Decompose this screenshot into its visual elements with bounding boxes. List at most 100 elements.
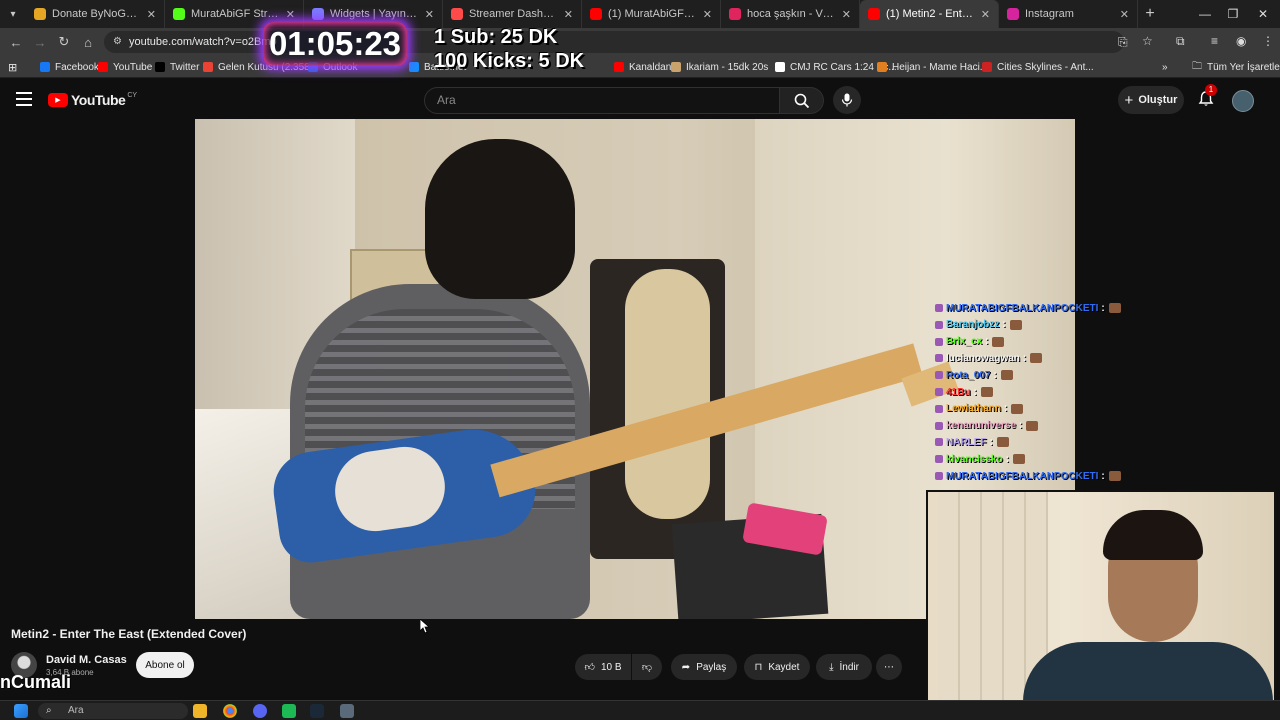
steam-icon[interactable]: [310, 704, 324, 718]
browser-tab[interactable]: (1) MuratAbiGF - Cities Skylines ✕: [582, 0, 721, 28]
tab-label: (1) Metin2 - Enter The East: [886, 8, 975, 20]
chat-message: Lewiathann:: [935, 401, 1024, 417]
forward-icon[interactable]: →: [28, 30, 52, 54]
bookmark-favicon-icon: [40, 62, 50, 72]
search-input[interactable]: Ara: [424, 87, 780, 114]
chat-emote-icon: [1108, 471, 1121, 481]
chat-separator: :: [1002, 319, 1006, 331]
taskbar-search-input[interactable]: ⌕ Ara: [38, 703, 188, 719]
browser-tab[interactable]: Streamer Dashboard ✕: [443, 0, 582, 28]
app-icon[interactable]: [282, 704, 296, 718]
minimize-icon[interactable]: —: [1190, 0, 1220, 28]
video-title: Metin2 - Enter The East (Extended Cover): [11, 627, 247, 641]
tab-close-icon[interactable]: ✕: [425, 8, 434, 21]
chat-emote-icon: [1009, 319, 1022, 330]
chat-message: Rota_007:: [935, 367, 1013, 383]
kicks-goal-text: 100 Kicks: 5 DK: [434, 50, 585, 72]
notification-count-badge: 1: [1205, 84, 1217, 96]
profile-icon[interactable]: ◉: [1236, 34, 1246, 48]
bookmark-favicon-icon: [775, 62, 785, 72]
bookmark-item[interactable]: Ikariam - 15dk 20s: [671, 59, 768, 75]
hamburger-menu-icon[interactable]: [16, 92, 32, 106]
tab-favicon-icon: [34, 8, 46, 20]
tab-close-icon[interactable]: ✕: [147, 8, 156, 21]
bookmark-item[interactable]: YouTube: [98, 59, 152, 75]
chrome-icon[interactable]: [223, 704, 237, 718]
tab-favicon-icon: [173, 8, 185, 20]
more-actions-button[interactable]: ⋯: [876, 654, 902, 680]
reload-icon[interactable]: ↻: [52, 30, 76, 54]
home-icon[interactable]: ⌂: [76, 30, 100, 54]
bookmark-item[interactable]: Kanaldan: [614, 59, 671, 75]
tab-close-icon[interactable]: ✕: [564, 8, 573, 21]
media-controls-icon[interactable]: ≡: [1211, 34, 1218, 48]
chat-username: MURATABIGFBALKANPOCKETI: [946, 470, 1099, 482]
subscribe-button[interactable]: Abone ol: [136, 652, 194, 678]
chat-overlay: MURATABIGFBALKANPOCKETI: Baranjobzz: Brix_…: [935, 300, 1165, 485]
chat-message: Baranjobzz:: [935, 317, 1022, 333]
webcam-overlay: [926, 490, 1276, 718]
tab-close-icon[interactable]: ✕: [842, 8, 851, 21]
bookmark-item[interactable]: Facebook: [40, 59, 99, 75]
discord-icon[interactable]: [253, 704, 267, 718]
save-button[interactable]: ⊓ Kaydet: [744, 654, 810, 680]
share-label: Paylaş: [696, 661, 727, 673]
tab-search-menu-icon[interactable]: ▾: [0, 0, 26, 28]
bookmark-label: Heijan - Mame Haci...: [892, 61, 989, 73]
chat-emote-icon: [980, 387, 993, 397]
tab-close-icon[interactable]: ✕: [286, 8, 295, 21]
tab-close-icon[interactable]: ✕: [703, 8, 712, 21]
dislike-button[interactable]: 👎︎: [632, 654, 662, 680]
chat-separator: :: [973, 386, 977, 398]
account-avatar[interactable]: [1232, 90, 1254, 112]
tab-favicon-icon: [1007, 8, 1019, 20]
more-bookmarks-icon[interactable]: »: [1162, 59, 1168, 75]
microphone-icon: [841, 93, 853, 107]
chat-badge-icon: [935, 421, 943, 430]
all-bookmarks-folder[interactable]: 🗀 Tüm Yer İşaretleri: [1192, 59, 1280, 75]
windows-start-icon[interactable]: [14, 704, 28, 718]
youtube-logo[interactable]: ▶ YouTube CY: [48, 92, 137, 108]
site-info-icon[interactable]: ⚙: [113, 31, 122, 53]
close-window-icon[interactable]: ✕: [1248, 0, 1278, 28]
browser-tab[interactable]: (1) Metin2 - Enter The East ✕: [860, 0, 999, 28]
url-input[interactable]: ⚙ youtube.com/watch?v=o2Bm0 ⎘: [104, 31, 1128, 53]
chat-badge-icon: [935, 404, 943, 413]
tab-close-icon[interactable]: ✕: [1120, 8, 1129, 21]
save-label: Kaydet: [768, 661, 800, 673]
bookmark-label: YouTube: [113, 61, 153, 73]
mouse-cursor-icon: [420, 619, 430, 634]
voice-search-button[interactable]: [833, 86, 861, 114]
tab-label: hoca şaşkın - Video Alert: [747, 8, 836, 20]
tab-close-icon[interactable]: ✕: [981, 8, 990, 21]
bookmark-label: Ikariam - 15dk 20s: [686, 61, 769, 73]
chat-username: lucianowagwan: [946, 352, 1020, 364]
apps-grid-icon[interactable]: ⊞: [8, 59, 17, 75]
bookmark-star-icon[interactable]: ☆: [1142, 34, 1153, 48]
browser-tab[interactable]: hoca şaşkın - Video Alert ✕: [721, 0, 860, 28]
back-icon[interactable]: ←: [4, 30, 28, 54]
taskbar-search-placeholder: Ara: [68, 705, 84, 716]
extensions-icon[interactable]: ⧉: [1176, 34, 1185, 49]
browser-tab[interactable]: Instagram ✕: [999, 0, 1138, 28]
search-button[interactable]: [780, 87, 824, 114]
share-button[interactable]: ➦ Paylaş: [671, 654, 737, 680]
chat-message: NARLEF:: [935, 434, 1009, 450]
like-button[interactable]: 👍︎ 10 B: [575, 654, 631, 680]
tab-label: MuratAbiGF Stream - Widgets: [191, 8, 280, 20]
bookmark-item[interactable]: Cities Skylines - Ant...: [982, 59, 1094, 75]
install-icon[interactable]: ⎘: [1118, 31, 1128, 53]
browser-tab[interactable]: Donate ByNoGame | Donate ✕: [26, 0, 165, 28]
chat-separator: :: [1019, 420, 1023, 432]
bookmark-item[interactable]: Twitter: [155, 59, 199, 75]
calculator-icon[interactable]: [340, 704, 354, 718]
new-tab-button[interactable]: +: [1138, 5, 1162, 23]
download-button[interactable]: ⤓ İndir: [816, 654, 872, 680]
file-explorer-icon[interactable]: [193, 704, 207, 718]
create-button[interactable]: + Oluştur: [1118, 86, 1184, 114]
browser-menu-icon[interactable]: ⋮: [1262, 34, 1274, 48]
bookmark-item[interactable]: Heijan - Mame Haci...: [877, 59, 988, 75]
channel-name[interactable]: David M. Casas: [46, 654, 127, 666]
maximize-icon[interactable]: ❐: [1218, 0, 1248, 28]
browser-tab-strip: ▾ Donate ByNoGame | Donate ✕ MuratAbiGF St…: [0, 0, 1280, 28]
